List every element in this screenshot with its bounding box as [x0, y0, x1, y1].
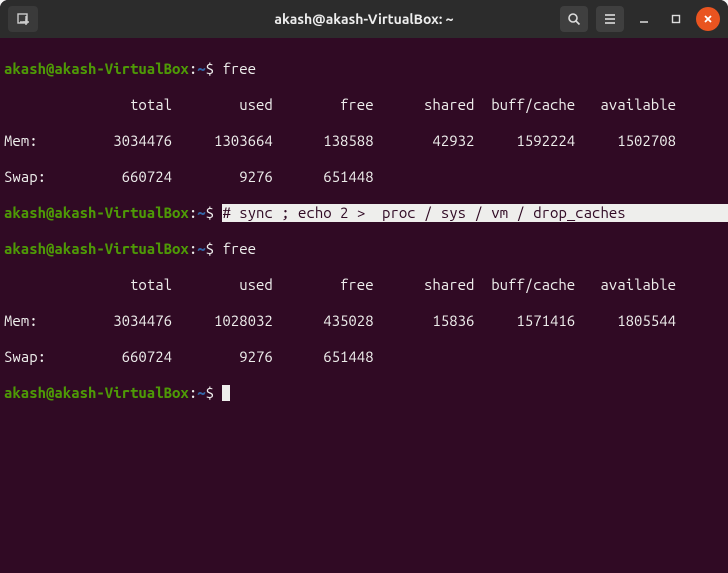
prompt-line-4: akash@akash-VirtualBox:~$: [4, 384, 724, 402]
free-header-1: total used free shared buff/cache availa…: [4, 96, 724, 114]
close-button[interactable]: [696, 7, 720, 31]
free1-mem: Mem: 3034476 1303664 138588 42932 159222…: [4, 132, 724, 150]
maximize-button[interactable]: [664, 7, 688, 31]
cursor: [222, 385, 230, 401]
terminal-body[interactable]: akash@akash-VirtualBox:~$ free total use…: [0, 38, 728, 442]
free2-mem: Mem: 3034476 1028032 435028 15836 157141…: [4, 312, 724, 330]
highlighted-command: # sync ; echo 2 > proc / sys / vm / drop…: [222, 204, 625, 222]
minimize-button[interactable]: [632, 7, 656, 31]
new-tab-button[interactable]: [8, 6, 38, 32]
prompt-symbol: $: [206, 60, 214, 77]
terminal-window: akash@akash-VirtualBox: ~: [0, 0, 728, 573]
free2-swap: Swap: 660724 9276 651448: [4, 348, 724, 366]
titlebar-right: [560, 6, 720, 32]
command-text: free: [222, 240, 256, 257]
prompt-line-1: akash@akash-VirtualBox:~$ free: [4, 60, 724, 78]
prompt-line-2: akash@akash-VirtualBox:~$ # sync ; echo …: [4, 204, 724, 222]
menu-button[interactable]: [596, 6, 624, 32]
prompt-line-3: akash@akash-VirtualBox:~$ free: [4, 240, 724, 258]
free1-swap: Swap: 660724 9276 651448: [4, 168, 724, 186]
free-header-2: total used free shared buff/cache availa…: [4, 276, 724, 294]
titlebar: akash@akash-VirtualBox: ~: [0, 0, 728, 38]
prompt-path: ~: [197, 60, 205, 77]
command-text: free: [222, 60, 256, 77]
prompt-user: akash@akash-VirtualBox: [4, 60, 189, 77]
search-button[interactable]: [560, 6, 588, 32]
